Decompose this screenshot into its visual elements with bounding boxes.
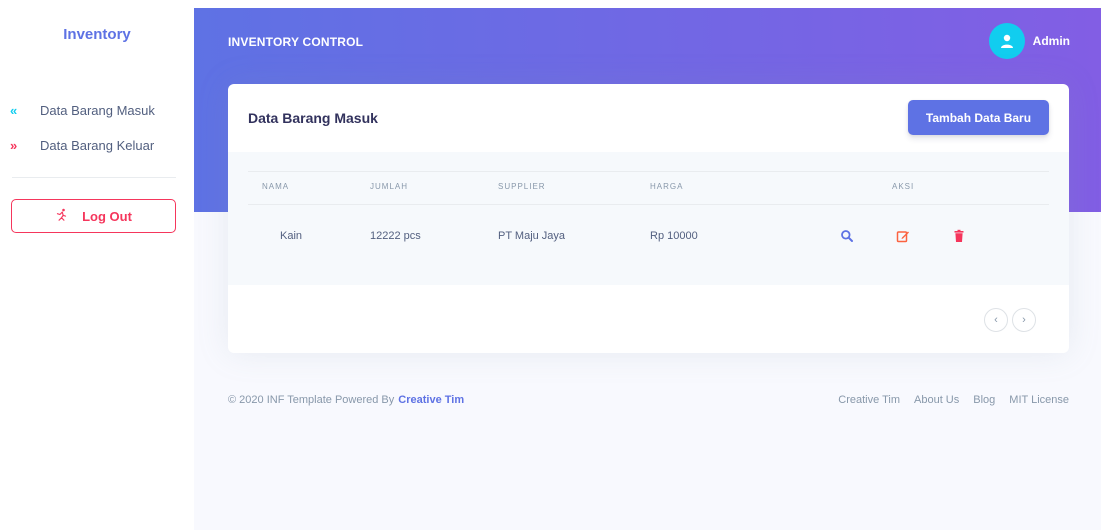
sidebar-brand[interactable]: Inventory	[0, 26, 194, 43]
sidebar-item-data-barang-masuk[interactable]: « Data Barang Masuk	[10, 100, 155, 120]
footer-link-about-us[interactable]: About Us	[914, 394, 959, 406]
view-button[interactable]	[840, 229, 854, 243]
footer-link-blog[interactable]: Blog	[973, 394, 995, 406]
sidebar: Inventory « Data Barang Masuk » Data Bar…	[0, 0, 194, 530]
column-header-aksi: AKSI	[892, 182, 915, 191]
sidebar-divider	[12, 177, 176, 178]
user-menu[interactable]: Admin	[988, 23, 1070, 59]
footer-copyright: © 2020 INF Template Powered By Creative T…	[228, 394, 464, 406]
cell-supplier: PT Maju Jaya	[498, 230, 566, 242]
chevron-left-icon: ‹	[994, 314, 998, 326]
delete-button[interactable]	[952, 229, 966, 243]
logout-label: Log Out	[82, 208, 132, 224]
data-table: NAMA JUMLAH SUPPLIER HARGA AKSI Kain 122…	[228, 152, 1069, 285]
footer-links: Creative Tim About Us Blog MIT License	[824, 394, 1069, 406]
running-person-icon	[55, 208, 68, 224]
copyright-text: © 2020 INF Template Powered By	[228, 394, 395, 406]
card-title: Data Barang Masuk	[248, 110, 378, 126]
column-header-supplier: SUPPLIER	[498, 182, 546, 191]
search-icon	[841, 230, 853, 242]
column-header-jumlah: JUMLAH	[370, 182, 409, 191]
edit-icon	[896, 231, 909, 243]
double-chevron-right-icon: »	[10, 137, 18, 153]
logout-button[interactable]: Log Out	[11, 199, 176, 233]
page-title[interactable]: INVENTORY CONTROL	[228, 35, 363, 49]
cell-nama: Kain	[280, 230, 303, 242]
cell-jumlah: 12222 pcs	[370, 230, 421, 242]
table-header-border	[248, 171, 1049, 172]
sidebar-item-data-barang-keluar[interactable]: » Data Barang Keluar	[10, 135, 154, 155]
trash-icon	[954, 229, 964, 242]
footer-brand-link[interactable]: Creative Tim	[398, 394, 464, 406]
table-header-border	[248, 204, 1049, 205]
column-header-harga: HARGA	[650, 182, 684, 191]
user-icon	[1000, 34, 1013, 48]
column-header-nama: NAMA	[262, 182, 290, 191]
avatar	[988, 23, 1025, 59]
pagination-next-button[interactable]: ›	[1012, 308, 1036, 332]
add-new-data-button[interactable]: Tambah Data Baru	[908, 100, 1049, 135]
chevron-right-icon: ›	[1022, 314, 1026, 326]
sidebar-item-label: Data Barang Masuk	[40, 102, 155, 118]
pagination-prev-button[interactable]: ‹	[984, 308, 1008, 332]
double-chevron-left-icon: «	[10, 102, 18, 118]
footer-link-creative-tim[interactable]: Creative Tim	[838, 394, 900, 406]
data-card: Data Barang Masuk Tambah Data Baru NAMA …	[228, 84, 1069, 353]
sidebar-item-label: Data Barang Keluar	[40, 137, 155, 153]
edit-button[interactable]	[896, 229, 910, 243]
user-name: Admin	[1032, 34, 1070, 48]
cell-harga: Rp 10000	[650, 230, 698, 242]
footer-link-mit-license[interactable]: MIT License	[1009, 394, 1069, 406]
